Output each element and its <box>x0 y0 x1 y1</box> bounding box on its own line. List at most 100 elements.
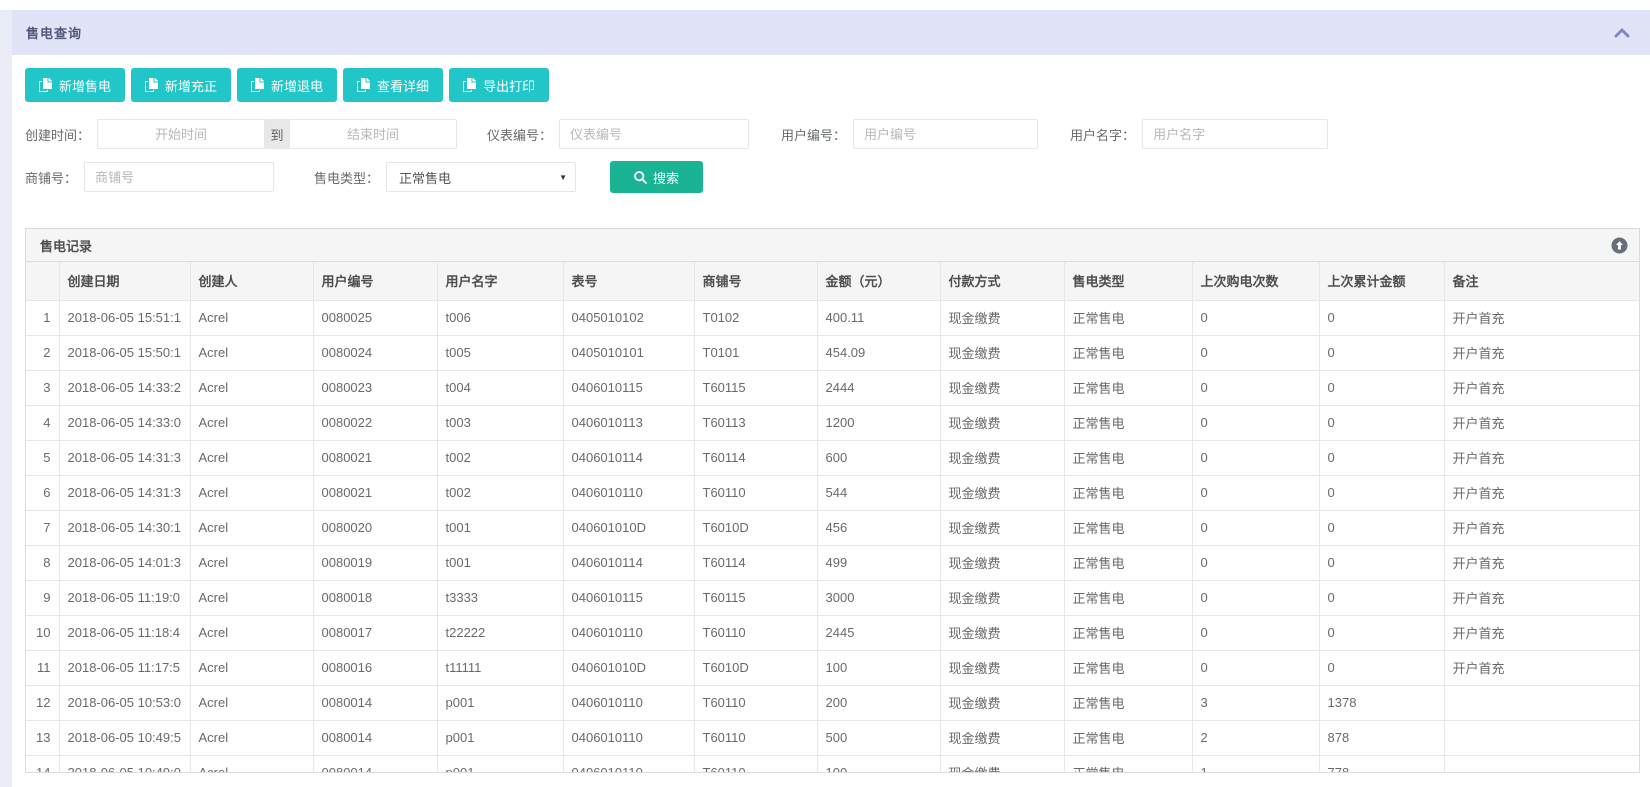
cell: 0 <box>1192 370 1319 405</box>
cell: t11111 <box>437 650 563 685</box>
cell: 2018-06-05 10:49:5 <box>59 720 190 755</box>
cell: 100 <box>817 755 940 773</box>
cell: T60114 <box>694 440 817 475</box>
add-refund-label: 新增退电 <box>271 76 323 95</box>
chevron-up-icon[interactable] <box>1614 28 1630 38</box>
cell: 0080024 <box>313 335 437 370</box>
toolbar: 新增售电 新增充正 新增退电 查看详细 导出打印 <box>25 68 549 102</box>
cell: 500 <box>817 720 940 755</box>
end-time-input[interactable] <box>289 119 457 149</box>
row-index-cell: 6 <box>26 475 59 510</box>
table-row[interactable]: 112018-06-05 11:17:5Acrel0080016t1111104… <box>26 650 1639 685</box>
view-detail-button[interactable]: 查看详细 <box>343 68 443 102</box>
meter-no-input[interactable] <box>559 119 749 149</box>
cell: T60113 <box>694 405 817 440</box>
filter-row-2: 商铺号： 售电类型： 正常售电 ▼ 搜索 <box>25 161 703 193</box>
table-row[interactable]: 52018-06-05 14:31:3Acrel0080021t00204060… <box>26 440 1639 475</box>
cell: 1378 <box>1319 685 1444 720</box>
table-row[interactable]: 62018-06-05 14:31:3Acrel0080021t00204060… <box>26 475 1639 510</box>
column-header: 创建人 <box>190 262 313 300</box>
cell: 0 <box>1192 580 1319 615</box>
cell: 2018-06-05 11:19:0 <box>59 580 190 615</box>
table-row[interactable]: 32018-06-05 14:33:2Acrel0080023t00404060… <box>26 370 1639 405</box>
cell: 0406010110 <box>563 720 694 755</box>
cell: 0 <box>1192 615 1319 650</box>
table-row[interactable]: 102018-06-05 11:18:4Acrel0080017t2222204… <box>26 615 1639 650</box>
left-gutter <box>0 10 12 787</box>
cell: 0 <box>1319 580 1444 615</box>
table-row[interactable]: 72018-06-05 14:30:1Acrel0080020t00104060… <box>26 510 1639 545</box>
page: 售电查询 新增售电 新增充正 新增退电 查看详细 <box>0 0 1650 787</box>
table-row[interactable]: 142018-06-05 10:49:0Acrel0080014p0010406… <box>26 755 1639 773</box>
row-index-cell: 7 <box>26 510 59 545</box>
cell: 开户首充 <box>1444 615 1639 650</box>
cell: 0 <box>1319 545 1444 580</box>
cell: 0080022 <box>313 405 437 440</box>
table-row[interactable]: 122018-06-05 10:53:0Acrel0080014p0010406… <box>26 685 1639 720</box>
row-index-cell: 10 <box>26 615 59 650</box>
table-row[interactable]: 12018-06-05 15:51:1Acrel0080025t00604050… <box>26 300 1639 335</box>
shop-no-label: 商铺号： <box>25 168 77 187</box>
cell: 0 <box>1319 650 1444 685</box>
cell: T60110 <box>694 475 817 510</box>
meter-no-label: 仪表编号： <box>487 125 552 144</box>
cell: Acrel <box>190 510 313 545</box>
column-header: 付款方式 <box>940 262 1064 300</box>
records-table-head: 创建日期创建人用户编号用户名字表号商铺号金额（元）付款方式售电类型上次购电次数上… <box>26 262 1639 300</box>
cell: 正常售电 <box>1064 580 1192 615</box>
cell: 开户首充 <box>1444 370 1639 405</box>
table-row[interactable]: 82018-06-05 14:01:3Acrel0080019t00104060… <box>26 545 1639 580</box>
sale-type-select[interactable]: 正常售电 ▼ <box>386 162 576 192</box>
add-sale-button[interactable]: 新增售电 <box>25 68 125 102</box>
column-header: 表号 <box>563 262 694 300</box>
cell: T60110 <box>694 755 817 773</box>
row-index-cell: 8 <box>26 545 59 580</box>
cell: 2018-06-05 14:30:1 <box>59 510 190 545</box>
cell: 878 <box>1319 720 1444 755</box>
row-index-cell: 11 <box>26 650 59 685</box>
cell: 正常售电 <box>1064 755 1192 773</box>
cell: t22222 <box>437 615 563 650</box>
cell: t003 <box>437 405 563 440</box>
cell: 0 <box>1319 405 1444 440</box>
page-title: 售电查询 <box>26 23 82 42</box>
cell: 正常售电 <box>1064 440 1192 475</box>
cell: 现金缴费 <box>940 650 1064 685</box>
cell: 0 <box>1192 510 1319 545</box>
cell: 现金缴费 <box>940 720 1064 755</box>
cell: 0406010113 <box>563 405 694 440</box>
column-header: 上次累计金额 <box>1319 262 1444 300</box>
cell: 开户首充 <box>1444 300 1639 335</box>
cell: 2018-06-05 14:31:3 <box>59 440 190 475</box>
table-row[interactable]: 92018-06-05 11:19:0Acrel0080018t33330406… <box>26 580 1639 615</box>
records-panel-title: 售电记录 <box>40 236 92 255</box>
circle-arrow-up-icon[interactable] <box>1611 237 1628 254</box>
cell: 正常售电 <box>1064 370 1192 405</box>
cell: 2 <box>1192 720 1319 755</box>
table-row[interactable]: 132018-06-05 10:49:5Acrel0080014p0010406… <box>26 720 1639 755</box>
cell: Acrel <box>190 545 313 580</box>
export-print-button[interactable]: 导出打印 <box>449 68 549 102</box>
start-time-input[interactable] <box>97 119 265 149</box>
cell: 2018-06-05 15:50:1 <box>59 335 190 370</box>
cell: 600 <box>817 440 940 475</box>
cell: 0 <box>1192 475 1319 510</box>
user-name-input[interactable] <box>1142 119 1328 149</box>
row-index-cell: 4 <box>26 405 59 440</box>
cell: 2018-06-05 14:33:2 <box>59 370 190 405</box>
cell: t001 <box>437 510 563 545</box>
table-row[interactable]: 42018-06-05 14:33:0Acrel0080022t00304060… <box>26 405 1639 440</box>
user-no-input[interactable] <box>853 119 1038 149</box>
view-detail-label: 查看详细 <box>377 76 429 95</box>
cell: 现金缴费 <box>940 440 1064 475</box>
add-refund-button[interactable]: 新增退电 <box>237 68 337 102</box>
search-button[interactable]: 搜索 <box>610 161 703 193</box>
user-no-label: 用户编号： <box>781 125 846 144</box>
cell: t005 <box>437 335 563 370</box>
cell: 0080021 <box>313 440 437 475</box>
table-row[interactable]: 22018-06-05 15:50:1Acrel0080024t00504050… <box>26 335 1639 370</box>
shop-no-input[interactable] <box>84 162 274 192</box>
add-recharge-button[interactable]: 新增充正 <box>131 68 231 102</box>
cell: 454.09 <box>817 335 940 370</box>
cell: Acrel <box>190 685 313 720</box>
